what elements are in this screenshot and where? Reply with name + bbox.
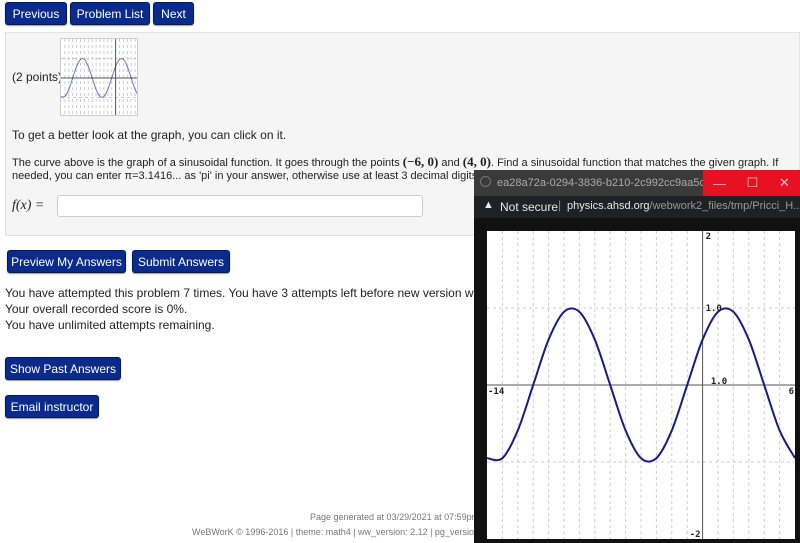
answer-label: f(x) =: [12, 198, 45, 213]
globe-icon: [480, 176, 491, 187]
divider: |: [558, 198, 562, 212]
unlimited-text: You have unlimited attempts remaining.: [5, 318, 215, 332]
minimize-button[interactable]: —: [703, 170, 736, 196]
text: and: [438, 157, 463, 169]
graph-thumbnail[interactable]: [60, 38, 138, 116]
text: . Find a sinusoidal function that matche…: [490, 157, 779, 169]
next-button[interactable]: Next: [153, 2, 194, 25]
points-label: (2 points): [12, 70, 63, 84]
hint-text: To get a better look at the graph, you c…: [12, 128, 287, 142]
y-one-label: 1.0: [706, 304, 722, 314]
previous-button[interactable]: Previous: [5, 2, 67, 25]
show-past-answers-button[interactable]: Show Past Answers: [5, 357, 121, 380]
point-2: (4, 0): [462, 154, 491, 169]
submit-answers-button[interactable]: Submit Answers: [132, 250, 230, 273]
close-button[interactable]: ✕: [769, 170, 800, 196]
graph-large: -14 6 2 -2 1.0 1.0: [487, 231, 795, 539]
url: physics.ahsd.org/webwork2_files/tmp/Pric…: [567, 200, 800, 212]
answer-input[interactable]: [57, 195, 423, 217]
url-path: /webwork2_files/tmp/Pricci_H...: [649, 200, 800, 212]
y-max-label: 2: [706, 232, 711, 242]
address-bar[interactable]: ▲ Not secure | physics.ahsd.org/webwork2…: [474, 196, 800, 218]
security-label: Not secure: [500, 200, 559, 214]
problem-text-line2: needed, you can enter π=3.1416... as 'pi…: [12, 170, 481, 182]
page-generated: Page generated at 03/29/2021 at 07:59pm …: [310, 512, 500, 522]
score-text: Your overall recorded score is 0%.: [5, 302, 188, 316]
point-1: (−6, 0): [402, 154, 439, 169]
popup-titlebar[interactable]: ea28a72a-0294-3836-b210-2c992cc9aa5c__92…: [474, 170, 800, 196]
attempts-text: You have attempted this problem 7 times.…: [5, 286, 533, 300]
problem-list-button[interactable]: Problem List: [70, 2, 150, 25]
x-one-label: 1.0: [711, 377, 727, 387]
email-instructor-button[interactable]: Email instructor: [5, 395, 99, 418]
footer-credits: WeBWorK © 1996-2016 | theme: math4 | ww_…: [192, 527, 489, 537]
warning-icon: ▲: [483, 199, 494, 211]
preview-answers-button[interactable]: Preview My Answers: [7, 250, 126, 273]
maximize-button[interactable]: ☐: [736, 170, 769, 196]
y-min-label: -2: [690, 530, 701, 539]
x-min-label: -14: [488, 387, 505, 397]
url-host: physics.ahsd.org: [567, 200, 650, 212]
text: The curve above is the graph of a sinuso…: [12, 157, 403, 169]
problem-text-line1: The curve above is the graph of a sinuso…: [12, 154, 778, 170]
x-max-label: 6: [789, 387, 794, 397]
